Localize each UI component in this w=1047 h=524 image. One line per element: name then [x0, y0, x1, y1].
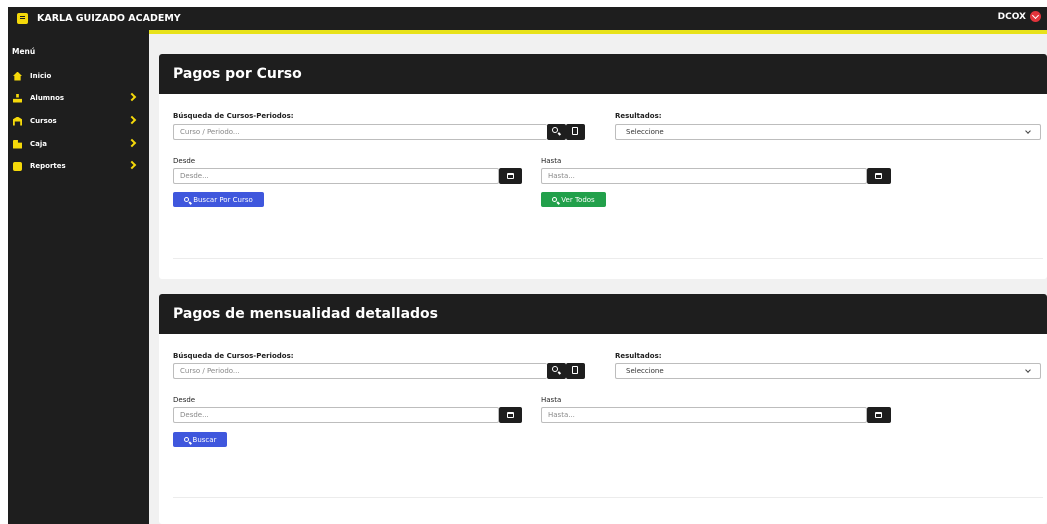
card-divider	[173, 258, 1043, 259]
sidebar-item-inicio[interactable]: Inicio	[12, 69, 142, 83]
brand-name: KARLA GUIZADO ACADEMY	[37, 13, 181, 24]
to-date-label: Hasta	[541, 157, 562, 165]
search-button[interactable]	[547, 124, 566, 140]
export-file-button[interactable]	[566, 124, 585, 140]
user-menu[interactable]: DCOX	[998, 11, 1041, 22]
top-navbar: KARLA GUIZADO ACADEMY DCOX	[8, 7, 1047, 30]
file-icon	[572, 366, 578, 374]
from-date-label: Desde	[173, 157, 196, 165]
search-button[interactable]	[547, 363, 566, 379]
file-icon	[572, 127, 578, 135]
button-label: Buscar Por Curso	[193, 195, 253, 204]
sidebar-item-label: Cursos	[30, 117, 57, 125]
search-icon	[552, 127, 558, 133]
sidebar-item-label: Reportes	[30, 162, 66, 170]
export-file-button[interactable]	[566, 363, 585, 379]
user-icon	[13, 93, 22, 103]
sidebar: Menú Inicio Alumnos Cursos Caja Reportes	[8, 30, 149, 524]
calendar-icon	[875, 412, 882, 418]
calendar-icon	[507, 412, 514, 418]
chevron-right-icon	[127, 138, 137, 148]
search-icon	[183, 437, 189, 442]
from-date-picker-button[interactable]	[499, 407, 522, 423]
from-date-input[interactable]	[173, 407, 499, 423]
graduation-icon	[13, 116, 22, 126]
search-by-course-button[interactable]: Buscar Por Curso	[173, 192, 264, 207]
sidebar-item-label: Alumnos	[30, 94, 65, 102]
to-date-label: Hasta	[541, 396, 562, 404]
user-name: DCOX	[997, 11, 1026, 22]
to-date-picker-button[interactable]	[867, 407, 891, 423]
card-header: Pagos de mensualidad detallados	[159, 294, 1047, 334]
to-date-picker-button[interactable]	[867, 168, 891, 184]
search-label: Búsqueda de Cursos-Periodos:	[173, 352, 294, 360]
card-divider	[173, 497, 1043, 498]
sidebar-item-alumnos[interactable]: Alumnos	[12, 91, 142, 105]
brand-logo-icon	[17, 13, 28, 24]
chevron-down-icon[interactable]	[1030, 11, 1041, 22]
results-label: Resultados:	[615, 112, 662, 120]
card-header: Pagos por Curso	[159, 54, 1047, 94]
from-date-input[interactable]	[173, 168, 499, 184]
main-content: Pagos por Curso Búsqueda de Cursos-Perio…	[149, 34, 1047, 524]
card-title: Pagos de mensualidad detallados	[173, 306, 439, 322]
to-date-input[interactable]	[541, 168, 867, 184]
monthly-payments-detail-card: Pagos de mensualidad detallados Búsqueda…	[159, 294, 1047, 524]
to-date-input[interactable]	[541, 407, 867, 423]
sidebar-item-label: Caja	[30, 140, 47, 148]
chevron-down-icon	[1025, 128, 1031, 134]
results-label: Resultados:	[615, 352, 662, 360]
home-icon	[13, 71, 22, 81]
cash-box-icon	[13, 139, 22, 149]
from-date-picker-button[interactable]	[499, 168, 522, 184]
search-icon	[552, 197, 558, 202]
view-all-button[interactable]: Ver Todos	[541, 192, 606, 207]
sidebar-item-caja[interactable]: Caja	[12, 137, 142, 151]
calendar-icon	[875, 173, 882, 179]
sidebar-title: Menú	[12, 47, 36, 56]
sidebar-item-reportes[interactable]: Reportes	[12, 159, 142, 173]
chevron-down-icon	[1025, 367, 1031, 373]
button-label: Ver Todos	[561, 195, 595, 204]
results-select[interactable]: Seleccione	[615, 363, 1041, 379]
sidebar-item-cursos[interactable]: Cursos	[12, 114, 142, 128]
report-icon	[13, 161, 22, 171]
from-date-label: Desde	[173, 396, 196, 404]
card-title: Pagos por Curso	[173, 66, 302, 82]
search-icon	[552, 366, 558, 372]
results-select[interactable]: Seleccione	[615, 124, 1041, 140]
chevron-right-icon	[127, 92, 137, 102]
chevron-right-icon	[127, 160, 137, 170]
search-label: Búsqueda de Cursos-Periodos:	[173, 112, 294, 120]
course-period-search-input[interactable]	[173, 363, 547, 379]
button-label: Buscar	[192, 435, 217, 444]
course-period-search-input[interactable]	[173, 124, 547, 140]
payments-by-course-card: Pagos por Curso Búsqueda de Cursos-Perio…	[159, 54, 1047, 279]
results-select-value: Seleccione	[626, 367, 664, 375]
chevron-right-icon	[127, 115, 137, 125]
sidebar-item-label: Inicio	[30, 72, 52, 80]
search-icon	[184, 197, 190, 202]
search-monthly-button[interactable]: Buscar	[173, 432, 227, 447]
calendar-icon	[507, 173, 514, 179]
results-select-value: Seleccione	[626, 128, 664, 136]
